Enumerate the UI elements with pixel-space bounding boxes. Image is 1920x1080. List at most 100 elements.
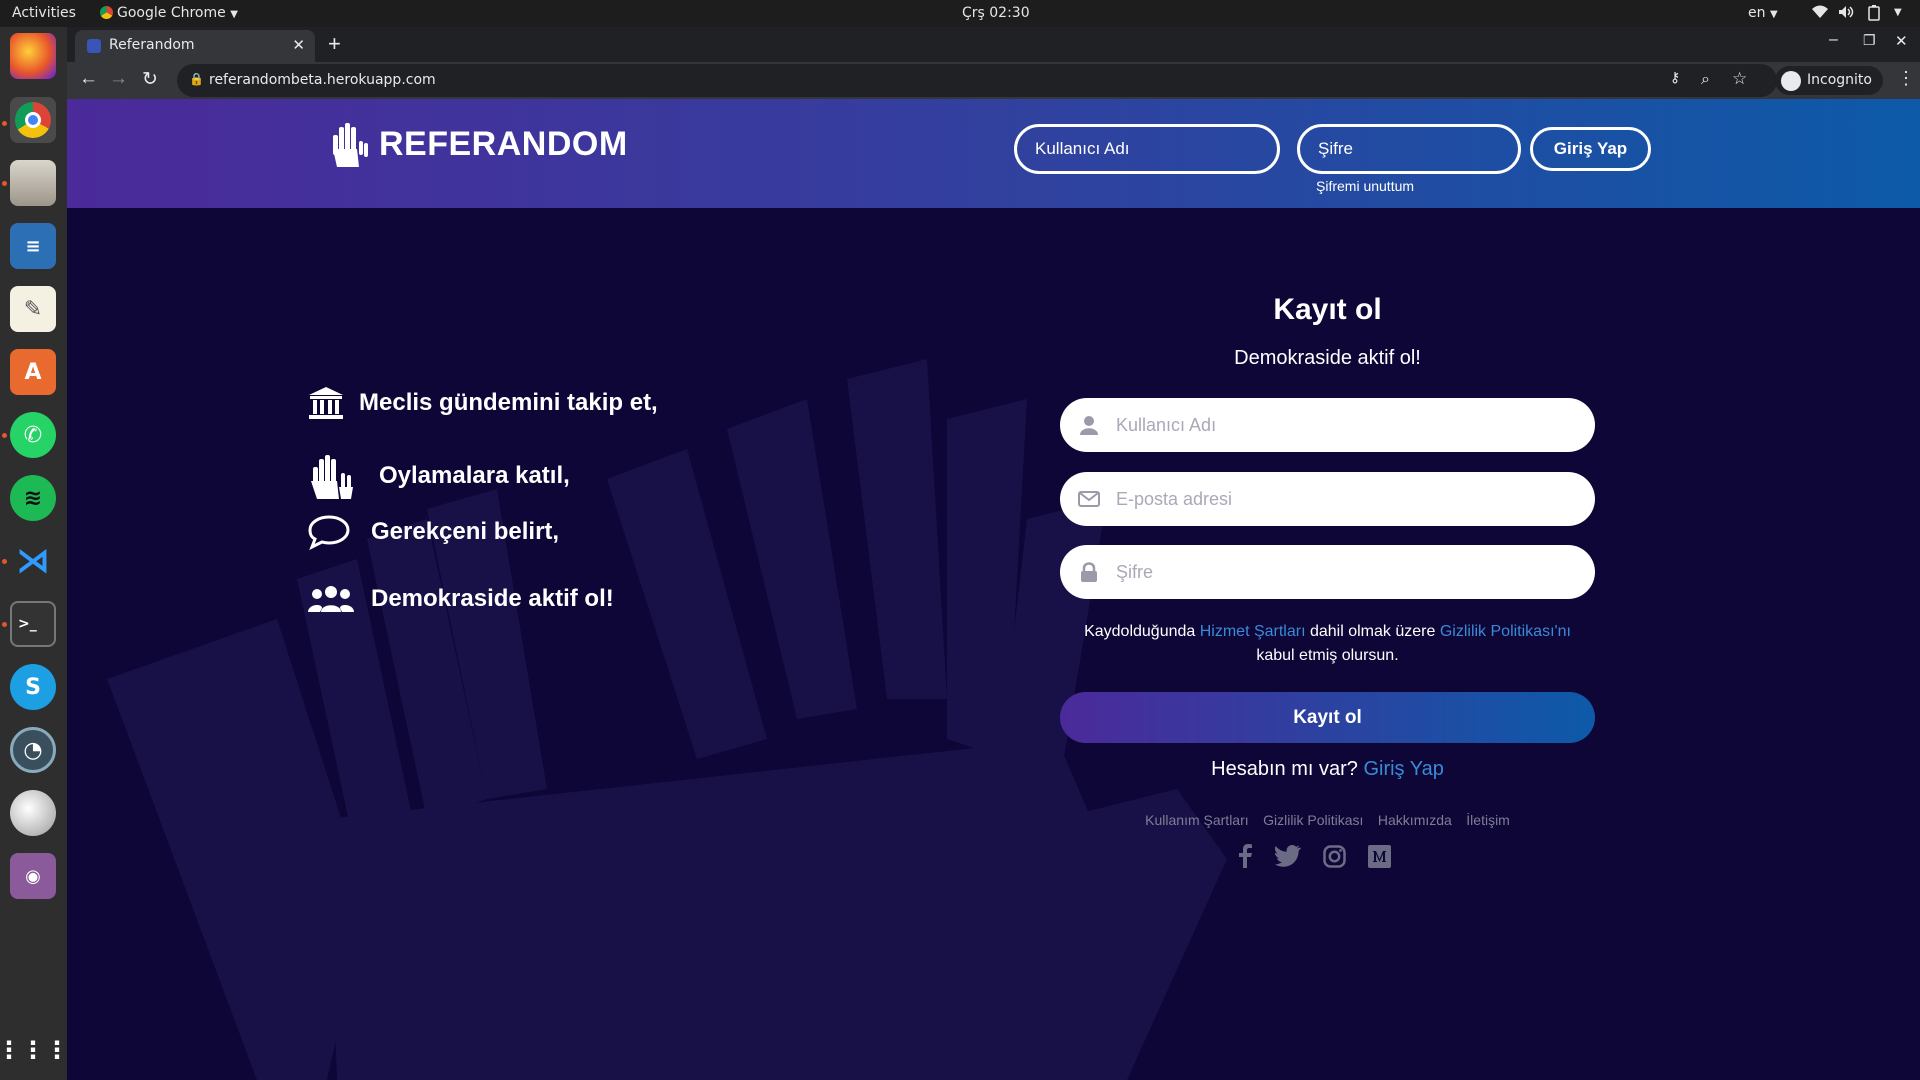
chrome-icon[interactable]: [10, 97, 56, 143]
privacy-policy-link[interactable]: Gizlilik Politikası'nı: [1440, 623, 1571, 640]
files-icon[interactable]: [10, 160, 56, 206]
tab-referandom[interactable]: Referandom ✕: [75, 30, 315, 62]
app-name: Google Chrome: [117, 5, 226, 21]
password-placeholder: Şifre: [1116, 561, 1154, 582]
signup-password-field[interactable]: Şifre: [1060, 545, 1595, 599]
header-password-input[interactable]: Şifre: [1297, 124, 1521, 174]
tab-strip: Referandom ✕ + – ❐ ✕: [67, 27, 1920, 62]
whatsapp-icon[interactable]: ✆: [10, 412, 56, 458]
clock[interactable]: Çrş 02:30: [962, 5, 1030, 21]
chevron-down-icon: ▼: [230, 9, 238, 20]
facebook-icon[interactable]: [1237, 844, 1253, 868]
feature-text: Demokraside aktif ol!: [371, 585, 614, 612]
activities-button[interactable]: Activities: [12, 5, 76, 21]
battery-icon[interactable]: [1868, 5, 1880, 25]
skype-icon[interactable]: S: [10, 664, 56, 710]
signup-submit-button[interactable]: Kayıt ol: [1060, 692, 1595, 743]
stacer-icon[interactable]: ◔: [10, 727, 56, 773]
minimize-icon[interactable]: –: [1829, 31, 1838, 49]
video-player-icon[interactable]: ◉: [10, 853, 56, 899]
running-indicator: [2, 121, 7, 126]
feature-text: Oylamalara katıl,: [379, 462, 570, 489]
parliament-icon: [309, 387, 343, 419]
software-center-icon[interactable]: A: [10, 349, 56, 395]
terms-of-service-link[interactable]: Hizmet Şartları: [1200, 623, 1306, 640]
close-window-icon[interactable]: ✕: [1895, 32, 1908, 50]
key-icon[interactable]: ⚷: [1670, 70, 1680, 86]
text-editor-icon[interactable]: ✎: [10, 286, 56, 332]
medium-icon[interactable]: [1368, 844, 1391, 868]
chrome-icon: [100, 6, 113, 19]
envelope-icon: [1076, 491, 1102, 507]
email-placeholder: E-posta adresi: [1116, 488, 1233, 509]
menu-icon[interactable]: ⋮: [1897, 68, 1915, 89]
dock: ≡ ✎ A ✆ ≋ ⋊ >_ S ◔ ◉ ⋮⋮⋮: [0, 27, 69, 1080]
feature-text: Gerekçeni belirt,: [371, 518, 560, 545]
restore-icon[interactable]: ❐: [1863, 32, 1876, 49]
page-viewport: REFERANDOM Kullanıcı Adı Şifre Giriş Yap…: [67, 99, 1920, 1080]
spotify-icon[interactable]: ≋: [10, 475, 56, 521]
vscode-icon[interactable]: ⋊: [10, 538, 56, 584]
terminal-icon[interactable]: >_: [10, 601, 56, 647]
have-account-text: Hesabın mı var? Giriş Yap: [1060, 758, 1595, 781]
footer-link-about[interactable]: Hakkımızda: [1378, 812, 1452, 828]
disk-utility-icon[interactable]: [10, 790, 56, 836]
reload-icon[interactable]: ↻: [142, 68, 158, 91]
feature-text: Meclis gündemini takip et,: [359, 389, 658, 416]
header-username-input[interactable]: Kullanıcı Adı: [1014, 124, 1280, 174]
site-header: REFERANDOM Kullanıcı Adı Şifre Giriş Yap…: [67, 99, 1920, 208]
close-icon[interactable]: ✕: [292, 36, 305, 54]
terms-middle: dahil olmak üzere: [1305, 623, 1440, 640]
show-applications-icon[interactable]: ⋮⋮⋮: [0, 1027, 69, 1073]
new-tab-icon[interactable]: +: [328, 31, 341, 57]
writer-icon[interactable]: ≡: [10, 223, 56, 269]
tab-title: Referandom: [109, 37, 195, 53]
footer-link-contact[interactable]: İletişim: [1466, 812, 1510, 828]
incognito-icon: [1781, 71, 1801, 91]
power-menu-icon[interactable]: ▼: [1894, 7, 1902, 18]
app-menu[interactable]: Google Chrome ▼: [100, 5, 238, 21]
username-placeholder: Kullanıcı Adı: [1116, 414, 1217, 435]
terms-text: Kaydolduğunda Hizmet Şartları dahil olma…: [1080, 620, 1575, 668]
zoom-icon[interactable]: ⌕: [1701, 69, 1710, 89]
browser-toolbar: ← → ↻ 🔒 referandombeta.herokuapp.com ⚷ ⌕…: [67, 62, 1920, 99]
brand-logo[interactable]: REFERANDOM: [329, 121, 628, 167]
address-bar[interactable]: 🔒 referandombeta.herokuapp.com ⚷ ⌕ ☆: [177, 64, 1777, 97]
signup-subtitle: Demokraside aktif ol!: [1234, 347, 1421, 369]
footer-links: Kullanım Şartları Gizlilik Politikası Ha…: [1060, 812, 1595, 830]
running-indicator: [2, 559, 7, 564]
social-links: [1237, 844, 1391, 868]
language-indicator[interactable]: en ▼: [1748, 5, 1778, 21]
system-top-bar: Activities Google Chrome ▼ Çrş 02:30 en …: [0, 0, 1920, 27]
brand-name: REFERANDOM: [379, 124, 628, 163]
instagram-icon[interactable]: [1323, 844, 1346, 868]
signup-username-field[interactable]: Kullanıcı Adı: [1060, 398, 1595, 452]
volume-icon[interactable]: [1838, 5, 1854, 23]
back-icon[interactable]: ←: [79, 68, 98, 90]
feature-item: Meclis gündemini takip et,: [307, 385, 658, 421]
feature-item: Oylamalara katıl,: [307, 451, 570, 501]
incognito-badge[interactable]: Incognito: [1775, 66, 1883, 95]
signup-title: Kayıt ol: [1273, 293, 1382, 326]
footer-link-privacy[interactable]: Gizlilik Politikası: [1263, 812, 1363, 828]
forward-icon[interactable]: →: [109, 68, 128, 90]
language-label: en: [1748, 5, 1766, 21]
signup-email-field[interactable]: E-posta adresi: [1060, 472, 1595, 526]
user-icon: [1076, 415, 1102, 435]
firefox-icon[interactable]: [10, 33, 56, 79]
group-icon: [308, 586, 354, 612]
header-login-button[interactable]: Giriş Yap: [1530, 127, 1651, 171]
lock-icon: [1076, 562, 1102, 582]
terms-prefix: Kaydolduğunda: [1084, 623, 1200, 640]
running-indicator: [2, 181, 7, 186]
forgot-password-link[interactable]: Şifremi unuttum: [1316, 178, 1414, 194]
login-link[interactable]: Giriş Yap: [1363, 758, 1443, 780]
star-icon[interactable]: ☆: [1732, 69, 1747, 89]
running-indicator: [2, 433, 7, 438]
have-account-label: Hesabın mı var?: [1211, 758, 1364, 780]
incognito-label: Incognito: [1807, 72, 1872, 88]
twitter-icon[interactable]: [1275, 845, 1301, 867]
footer-link-terms[interactable]: Kullanım Şartları: [1145, 812, 1248, 828]
wifi-icon[interactable]: [1812, 5, 1828, 23]
lock-icon: 🔒: [189, 72, 204, 86]
